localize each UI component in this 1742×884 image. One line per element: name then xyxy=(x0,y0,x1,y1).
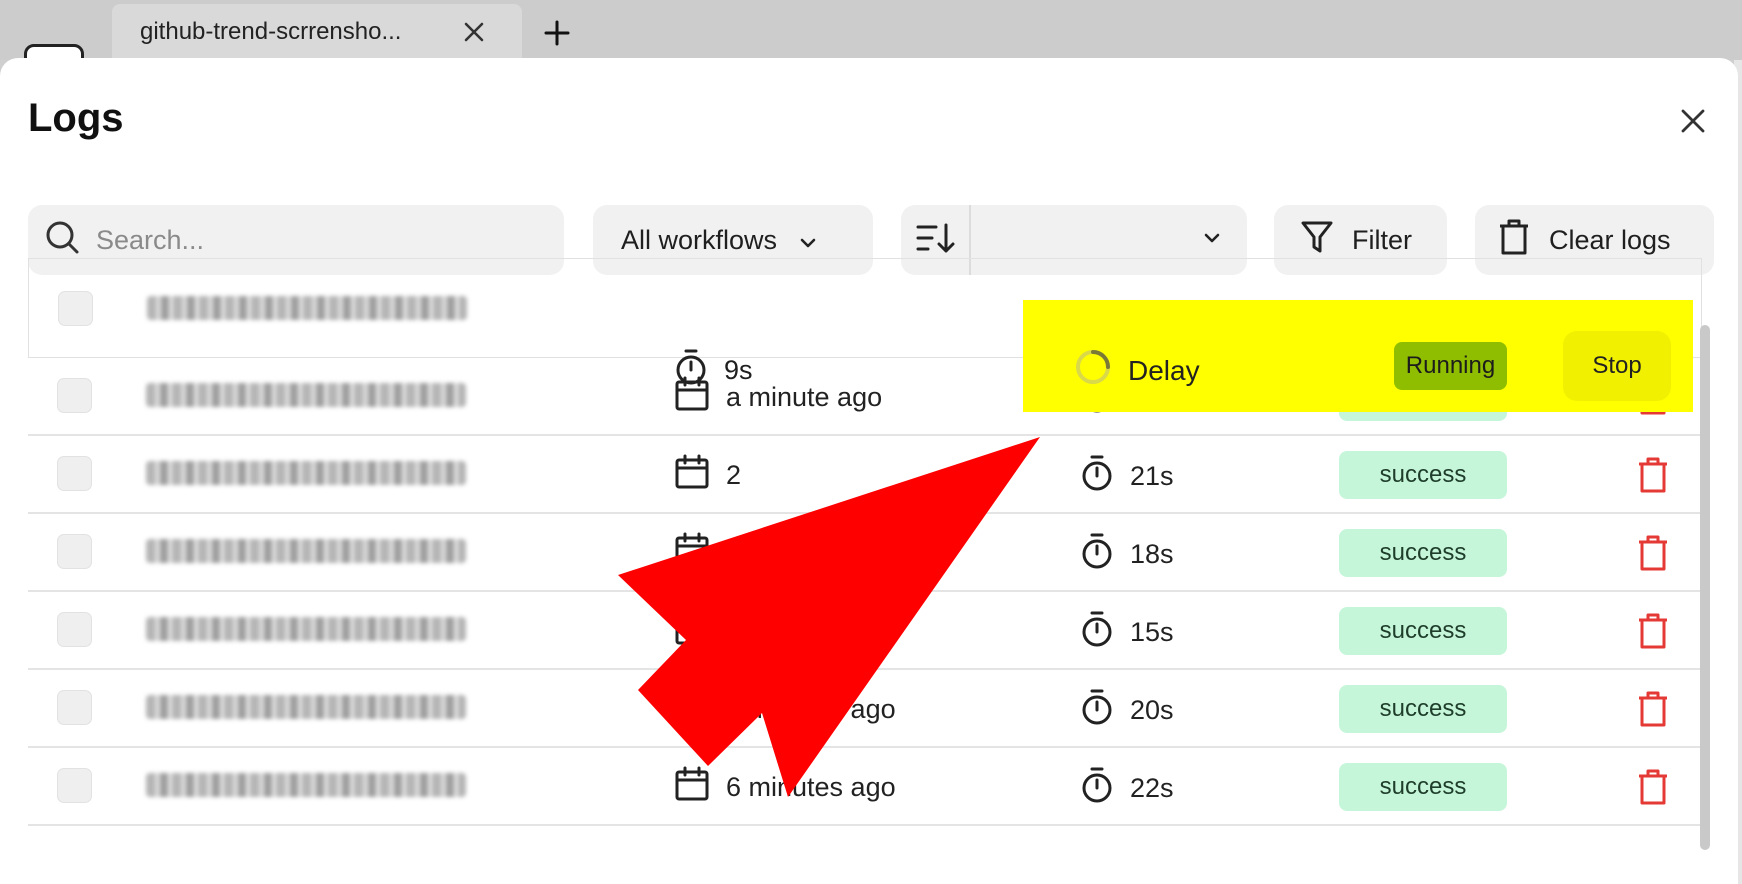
row-checkbox[interactable] xyxy=(57,456,92,491)
log-row[interactable]: ago 15s success xyxy=(28,592,1702,670)
calendar-icon xyxy=(674,532,710,575)
row-checkbox[interactable] xyxy=(57,690,92,725)
log-name xyxy=(146,461,466,485)
log-duration: 18s xyxy=(1080,532,1174,577)
status-badge: success xyxy=(1339,529,1507,577)
filter-label: Filter xyxy=(1352,224,1412,255)
stopwatch-icon xyxy=(1080,688,1114,733)
filter-icon xyxy=(1300,219,1334,262)
clear-logs-label: Clear logs xyxy=(1549,224,1671,255)
running-duration: 9s xyxy=(674,348,753,393)
modal-title: Logs xyxy=(28,96,124,140)
status-badge: success xyxy=(1339,451,1507,499)
log-time: ago xyxy=(674,610,865,653)
plus-icon[interactable] xyxy=(540,16,574,50)
row-checkbox[interactable] xyxy=(57,534,92,569)
calendar-icon xyxy=(674,610,710,653)
log-name xyxy=(146,695,466,719)
trash-icon xyxy=(1497,218,1531,263)
log-duration: 15s xyxy=(1080,610,1174,655)
row-checkbox[interactable] xyxy=(57,768,92,803)
tab-title: github-trend-scrrensho... xyxy=(140,18,402,45)
row-checkbox[interactable] xyxy=(57,378,92,413)
sort-icon xyxy=(915,221,955,260)
running-block: Delay xyxy=(1074,348,1200,393)
log-time: o xyxy=(674,532,855,575)
search-input[interactable] xyxy=(96,224,536,256)
log-time: 2 xyxy=(674,454,741,497)
stopwatch-icon xyxy=(1080,454,1114,499)
log-duration: 22s xyxy=(1080,766,1174,811)
status-badge: success xyxy=(1339,763,1507,811)
status-badge: success xyxy=(1339,685,1507,733)
log-row[interactable]: 6 minutes ago 22s success xyxy=(28,748,1702,826)
log-row[interactable]: 5 minutes ago 20s success xyxy=(28,670,1702,748)
row-checkbox[interactable] xyxy=(58,291,93,326)
log-name xyxy=(146,383,466,407)
trash-icon[interactable] xyxy=(1633,689,1673,729)
log-name xyxy=(147,296,467,320)
log-time: 5 minutes ago xyxy=(674,688,896,731)
log-time: 6 minutes ago xyxy=(674,766,896,809)
calendar-icon xyxy=(674,766,710,809)
stopwatch-icon xyxy=(1080,532,1114,577)
workflow-select-value: All workflows xyxy=(621,224,778,255)
log-row[interactable]: 2 21s success xyxy=(28,436,1702,514)
log-row[interactable]: o 18s success xyxy=(28,514,1702,592)
log-name xyxy=(146,617,466,641)
spinner-icon xyxy=(1074,348,1112,393)
calendar-icon xyxy=(674,688,710,731)
chevron-down-icon xyxy=(799,225,817,256)
stopwatch-icon xyxy=(1080,766,1114,811)
stop-button[interactable]: Stop xyxy=(1563,331,1671,401)
list-scrollbar[interactable] xyxy=(1700,325,1710,850)
stopwatch-icon xyxy=(1080,610,1114,655)
close-icon[interactable] xyxy=(1676,104,1710,138)
trash-icon[interactable] xyxy=(1633,767,1673,807)
chevron-down-icon xyxy=(1203,231,1221,249)
log-duration: 20s xyxy=(1080,688,1174,733)
browser-tab[interactable]: github-trend-scrrensho... xyxy=(112,4,522,60)
search-icon xyxy=(44,219,82,262)
log-duration: 21s xyxy=(1080,454,1174,499)
close-icon[interactable] xyxy=(460,18,488,46)
log-name xyxy=(146,773,466,797)
trash-icon[interactable] xyxy=(1633,611,1673,651)
row-checkbox[interactable] xyxy=(57,612,92,647)
calendar-icon xyxy=(674,454,710,497)
running-status-badge: Running xyxy=(1394,342,1507,390)
trash-icon[interactable] xyxy=(1633,455,1673,495)
trash-icon[interactable] xyxy=(1633,533,1673,573)
status-badge: success xyxy=(1339,607,1507,655)
log-name xyxy=(146,539,466,563)
stopwatch-icon xyxy=(674,348,708,393)
